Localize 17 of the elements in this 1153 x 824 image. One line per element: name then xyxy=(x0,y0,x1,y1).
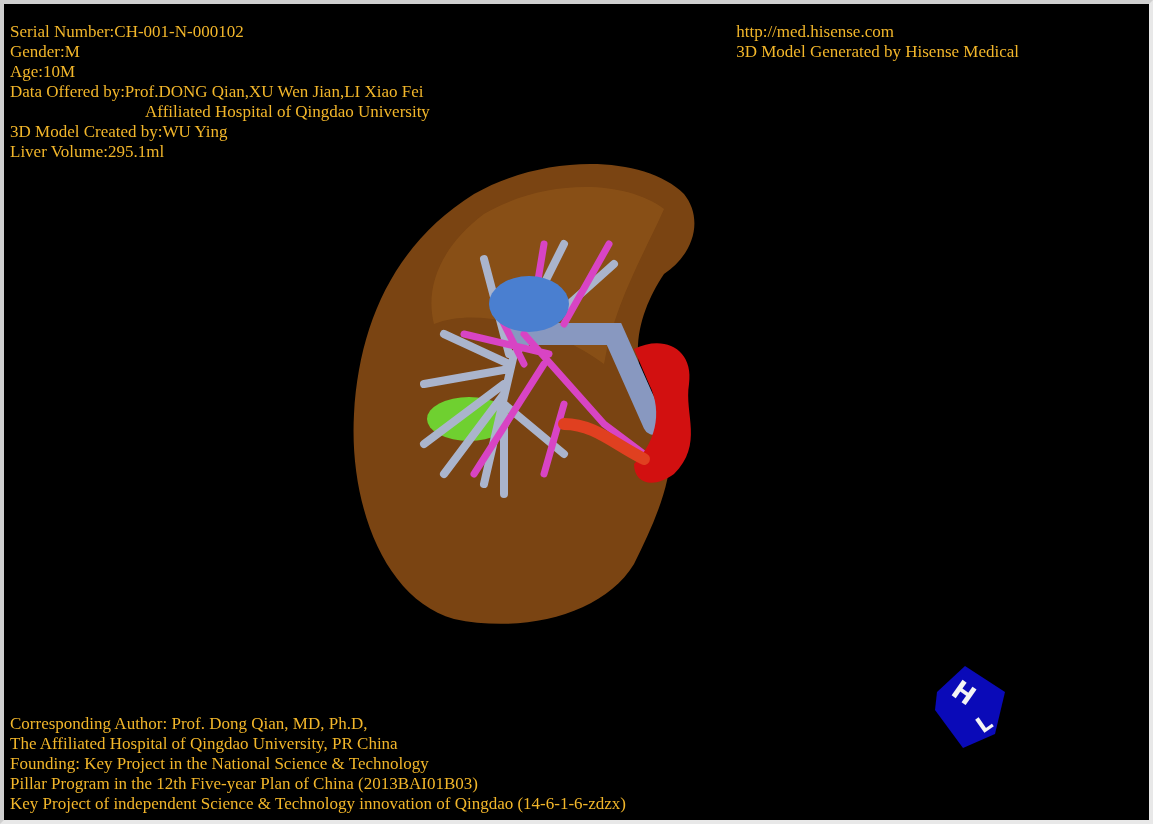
cube-label: H xyxy=(946,674,982,712)
orientation-cube[interactable]: H L xyxy=(935,666,1005,748)
cube-label: L xyxy=(971,709,998,739)
info-text: Liver Volume:295.1ml xyxy=(10,142,165,162)
info-text: 3D Model Generated by Hisense Medical xyxy=(736,42,1019,62)
info-text: Gender:M xyxy=(10,42,80,62)
credit-text: Pillar Program in the 12th Five-year Plan of China (2013BAI01B03) xyxy=(10,774,478,794)
info-text: Data Offered by:Prof.DONG Qian,XU Wen Jian,LI Xiao Fei xyxy=(10,82,424,102)
info-text: Affiliated Hospital of Qingdao University xyxy=(145,102,430,122)
credit-text: Corresponding Author: Prof. Dong Qian, MD, Ph.D, xyxy=(10,714,368,734)
credit-text: Key Project of independent Science & Technology innovation of Qingdao (14-6-1-6-zdzx) xyxy=(10,794,626,814)
info-text: Age:10M xyxy=(10,62,76,82)
info-text: http://med.hisense.com xyxy=(736,22,894,42)
credit-text: The Affiliated Hospital of Qingdao University, PR China xyxy=(10,734,398,754)
info-text: 3D Model Created by:WU Ying xyxy=(10,122,228,142)
credit-text: Founding: Key Project in the National Science & Technology xyxy=(10,754,429,774)
info-text: Serial Number:CH-001-N-000102 xyxy=(10,22,244,42)
